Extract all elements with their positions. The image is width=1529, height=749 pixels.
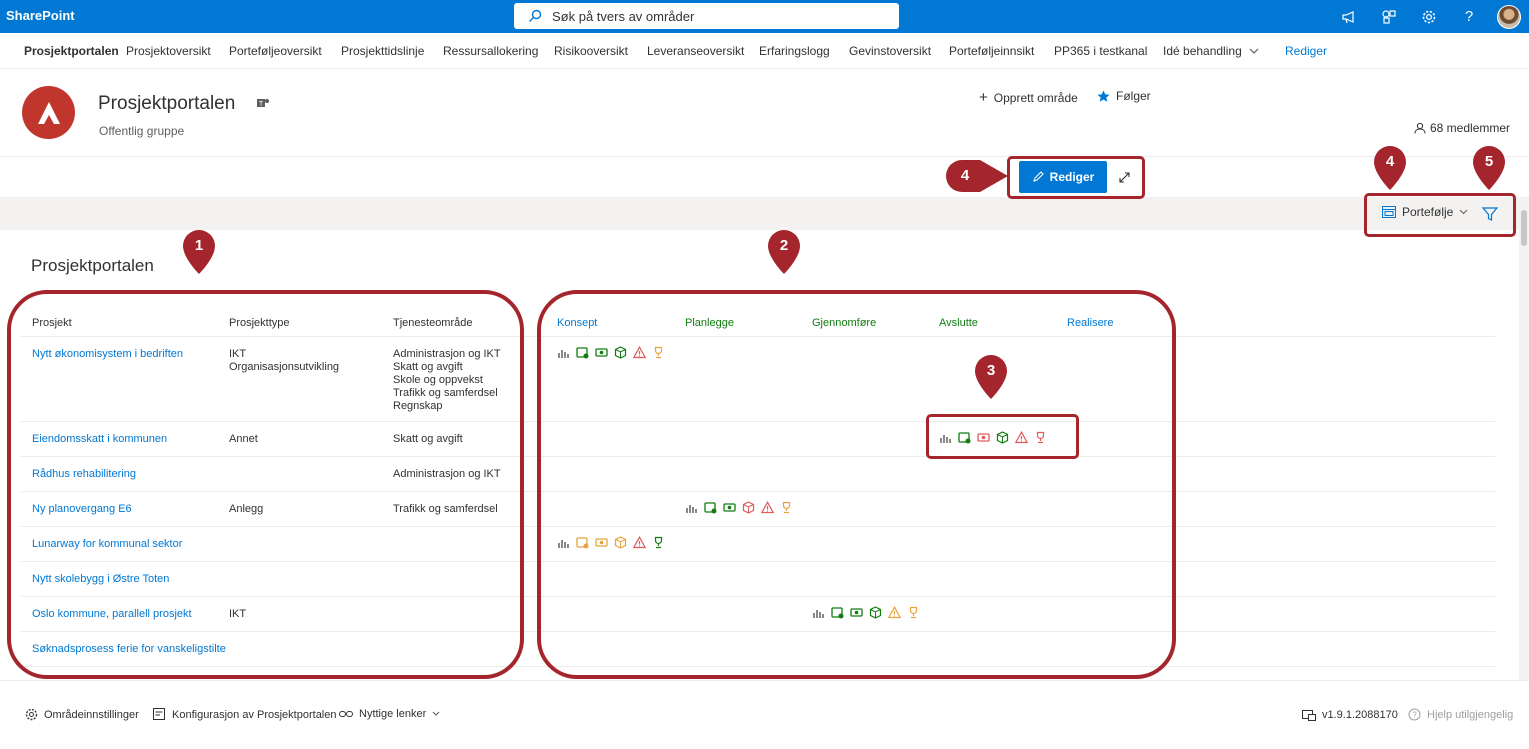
help-label: Hjelp utilgjengelig bbox=[1427, 708, 1514, 721]
person-icon bbox=[1414, 122, 1426, 134]
gear-icon bbox=[25, 708, 38, 721]
config-label: Konfigurasjon av Prosjektportalen bbox=[172, 708, 337, 721]
version-icon bbox=[1302, 710, 1316, 721]
suite-bar: SharePoint Søk på tvers av områder ? bbox=[0, 0, 1529, 33]
annotation-box-4 bbox=[1007, 156, 1145, 199]
app-launcher-icon[interactable] bbox=[1369, 0, 1409, 33]
annotation-label: 4 bbox=[960, 167, 970, 184]
members-button[interactable]: 68 medlemmer bbox=[1414, 121, 1510, 135]
svg-text:?: ? bbox=[1412, 711, 1417, 720]
annotation-marker-4-left: 4 bbox=[946, 160, 1008, 197]
logo-icon bbox=[37, 101, 60, 124]
create-site-button[interactable]: + Opprett område bbox=[979, 89, 1078, 106]
annotation-box-3 bbox=[926, 414, 1079, 459]
search-box[interactable]: Søk på tvers av områder bbox=[514, 3, 899, 29]
help-unavailable: ? Hjelp utilgjengelig bbox=[1408, 708, 1513, 721]
plus-icon: + bbox=[979, 89, 988, 106]
follow-button[interactable]: Følger bbox=[1097, 89, 1151, 103]
search-placeholder: Søk på tvers av områder bbox=[552, 8, 695, 24]
version-info[interactable]: v1.9.1.2088170 bbox=[1302, 708, 1398, 721]
annotation-ring-1 bbox=[7, 290, 524, 679]
follow-label: Følger bbox=[1116, 89, 1151, 103]
link-icon bbox=[339, 711, 353, 717]
vertical-scrollbar[interactable] bbox=[1519, 197, 1529, 680]
annotation-label: 2 bbox=[779, 237, 789, 254]
nav-item-prosjektportalen[interactable]: Prosjektportalen bbox=[24, 44, 119, 58]
gear-icon[interactable] bbox=[1409, 0, 1449, 33]
user-avatar[interactable] bbox=[1489, 0, 1529, 33]
nav-item-porteføljeinnsikt[interactable]: Porteføljeinnsikt bbox=[949, 44, 1034, 58]
section-title: Prosjektportalen bbox=[31, 256, 154, 275]
nav-item-ressursallokering[interactable]: Ressursallokering bbox=[443, 44, 538, 58]
nav-item-prosjektoversikt[interactable]: Prosjektoversikt bbox=[126, 44, 211, 58]
scrollbar-thumb[interactable] bbox=[1521, 210, 1527, 246]
chevron-down-icon bbox=[432, 711, 440, 716]
nav-item-ide-behandling[interactable]: Idé behandling bbox=[1163, 44, 1242, 58]
useful-links-label: Nyttige lenker bbox=[359, 708, 427, 720]
nav-item-risikooversikt[interactable]: Risikooversikt bbox=[554, 44, 628, 58]
teams-icon[interactable]: T bbox=[256, 96, 270, 110]
site-settings-label: Områdeinnstillinger bbox=[44, 708, 139, 721]
annotation-label: 5 bbox=[1484, 153, 1494, 170]
useful-links-button[interactable]: Nyttige lenker bbox=[339, 708, 440, 720]
header-divider bbox=[0, 156, 1529, 157]
page-footer: Områdeinnstillinger Konfigurasjon av Pro… bbox=[0, 680, 1529, 749]
annotation-label: 3 bbox=[986, 362, 996, 379]
nav-edit-link[interactable]: Rediger bbox=[1285, 44, 1327, 58]
help-circle-icon: ? bbox=[1408, 708, 1421, 721]
config-icon bbox=[153, 708, 165, 720]
annotation-label: 4 bbox=[1385, 153, 1395, 170]
version-label: v1.9.1.2088170 bbox=[1322, 708, 1398, 721]
site-settings-link[interactable]: Områdeinnstillinger bbox=[25, 708, 139, 721]
hub-navigation: Prosjektportalen Prosjektoversikt Portef… bbox=[0, 33, 1529, 69]
nav-item-erfaringslogg[interactable]: Erfaringslogg bbox=[759, 44, 830, 58]
nav-item-porteføljeoversikt[interactable]: Porteføljeoversikt bbox=[229, 44, 322, 58]
nav-item-leveranseoversikt[interactable]: Leveranseoversikt bbox=[647, 44, 744, 58]
megaphone-icon[interactable] bbox=[1329, 0, 1369, 33]
search-icon bbox=[529, 9, 542, 22]
nav-item-prosjekttidslinje[interactable]: Prosjekttidslinje bbox=[341, 44, 424, 58]
command-bar bbox=[0, 197, 1519, 230]
svg-text:T: T bbox=[259, 101, 264, 108]
annotation-ring-2 bbox=[537, 290, 1176, 679]
annotation-label: 1 bbox=[194, 237, 204, 254]
nav-item-pp365[interactable]: PP365 i testkanal bbox=[1054, 44, 1147, 58]
nav-item-gevinstoversikt[interactable]: Gevinstoversikt bbox=[849, 44, 931, 58]
star-icon bbox=[1097, 90, 1110, 102]
create-site-label: Opprett område bbox=[993, 90, 1078, 105]
site-logo[interactable] bbox=[22, 86, 75, 139]
chevron-down-icon bbox=[1249, 48, 1259, 54]
site-subtitle: Offentlig gruppe bbox=[99, 124, 185, 138]
members-label: 68 medlemmer bbox=[1430, 121, 1511, 135]
config-link[interactable]: Konfigurasjon av Prosjektportalen bbox=[153, 708, 336, 721]
annotation-box-portfolio bbox=[1364, 193, 1516, 237]
help-icon[interactable]: ? bbox=[1449, 0, 1489, 33]
site-title[interactable]: Prosjektportalen bbox=[98, 93, 235, 115]
app-brand[interactable]: SharePoint bbox=[6, 8, 75, 23]
